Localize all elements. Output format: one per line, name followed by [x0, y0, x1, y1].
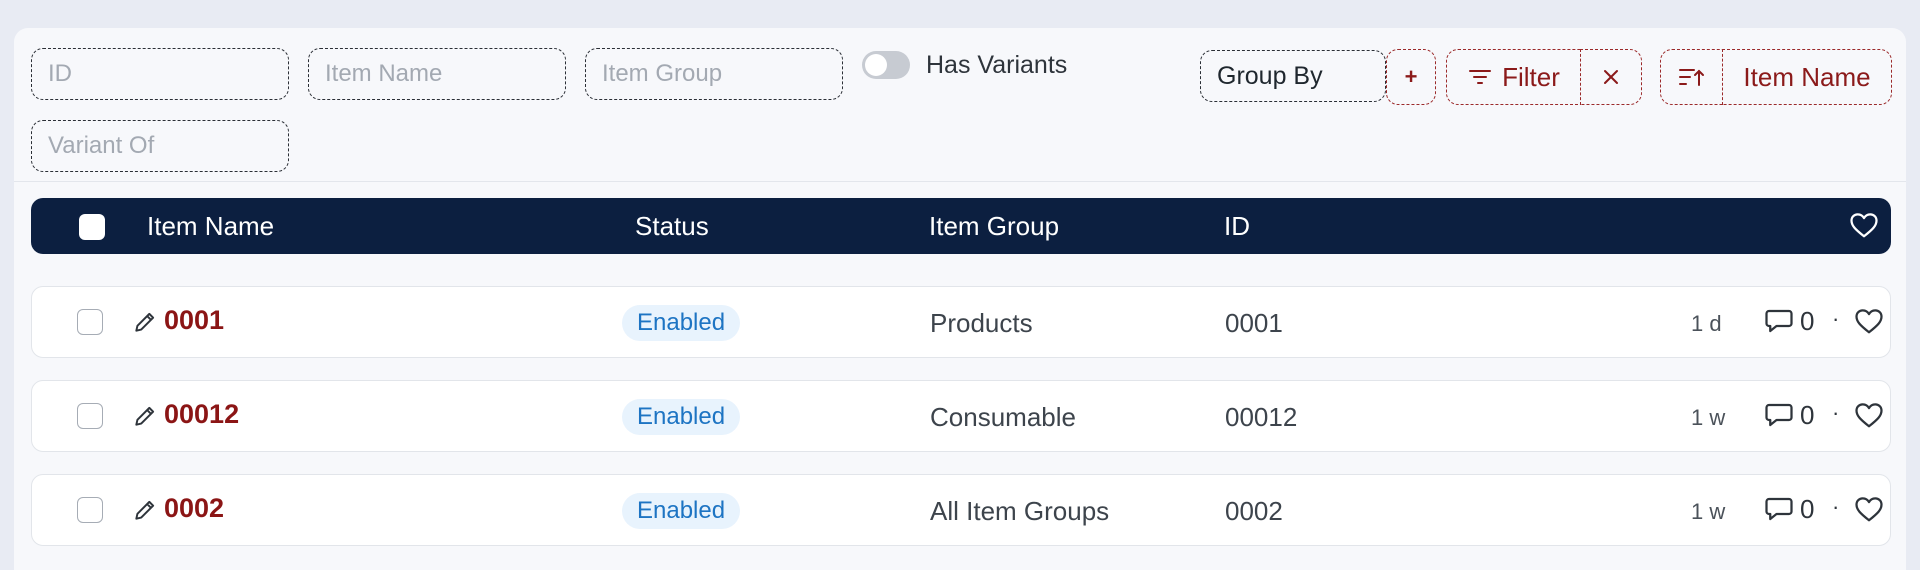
add-label: + [1404, 64, 1418, 89]
list-row[interactable]: 00012 Enabled Consumable 00012 1 w 0 · [31, 380, 1891, 452]
heart-icon[interactable] [1849, 211, 1879, 244]
modified-time: 1 w [1691, 405, 1726, 430]
item-group-value: All Item Groups [930, 496, 1110, 526]
sort-order-button[interactable] [1660, 49, 1724, 105]
item-name-link[interactable]: 0001 [164, 305, 224, 336]
item-name-link[interactable]: 0002 [164, 493, 224, 524]
id-value: 0001 [1225, 308, 1283, 338]
has-variants-filter[interactable]: Has Variants [862, 49, 1067, 81]
group-by-button[interactable]: Group By [1200, 50, 1386, 102]
clear-filter-button[interactable] [1580, 49, 1642, 105]
sort-ascending-icon [1678, 66, 1706, 88]
comment-count: 0 [1800, 494, 1815, 524]
row-checkbox[interactable] [77, 403, 103, 429]
list-row[interactable]: 0001 Enabled Products 0001 1 d 0 · [31, 286, 1891, 358]
sort-field-label: Item Name [1743, 61, 1871, 92]
status-badge: Enabled [622, 305, 741, 341]
id-value: 0002 [1225, 496, 1283, 526]
comment-icon[interactable] [1764, 401, 1794, 434]
standard-filter-area: Has Variants Group By + Filter Item Name [14, 28, 1906, 182]
id-value: 00012 [1225, 402, 1298, 432]
has-variants-toggle[interactable] [862, 51, 910, 79]
item-name-link[interactable]: 00012 [164, 399, 239, 430]
table-header: Item Name Status Item Group ID [31, 198, 1891, 254]
row-checkbox[interactable] [77, 309, 103, 335]
comment-icon[interactable] [1764, 495, 1794, 528]
heart-icon[interactable] [1854, 495, 1884, 528]
row-checkbox[interactable] [77, 497, 103, 523]
column-header-item-group[interactable]: Item Group [929, 211, 1059, 242]
separator-dot: · [1832, 400, 1840, 425]
item-group-value: Consumable [930, 402, 1076, 432]
sort-field-button[interactable]: Item Name [1722, 49, 1892, 105]
list-view-panel: Has Variants Group By + Filter Item Name [14, 28, 1906, 570]
modified-time: 1 d [1691, 311, 1722, 336]
select-all-checkbox[interactable] [79, 214, 105, 240]
separator-dot: · [1832, 306, 1840, 331]
filter-icon [1468, 67, 1492, 87]
pencil-icon[interactable] [132, 403, 158, 434]
id-filter-input[interactable] [31, 48, 289, 100]
comment-count: 0 [1800, 400, 1815, 430]
variant-of-filter-input[interactable] [31, 120, 289, 172]
list-row[interactable]: 0002 Enabled All Item Groups 0002 1 w 0 … [31, 474, 1891, 546]
has-variants-label: Has Variants [926, 50, 1068, 79]
comment-count: 0 [1800, 306, 1815, 336]
status-badge: Enabled [622, 493, 741, 529]
item-name-filter-input[interactable] [308, 48, 566, 100]
column-header-status[interactable]: Status [635, 211, 709, 242]
item-group-value: Products [930, 308, 1033, 338]
heart-icon[interactable] [1854, 401, 1884, 434]
column-header-id[interactable]: ID [1224, 211, 1250, 242]
pencil-icon[interactable] [132, 309, 158, 340]
add-group-by-button[interactable]: + [1386, 49, 1436, 105]
group-by-label: Group By [1217, 61, 1323, 90]
comment-icon[interactable] [1764, 307, 1794, 340]
item-group-filter-input[interactable] [585, 48, 843, 100]
filter-button[interactable]: Filter [1446, 49, 1582, 105]
close-icon [1601, 67, 1621, 87]
status-badge: Enabled [622, 399, 741, 435]
toggle-knob [865, 54, 887, 76]
modified-time: 1 w [1691, 499, 1726, 524]
column-header-item-name[interactable]: Item Name [147, 211, 274, 242]
separator-dot: · [1832, 494, 1840, 519]
heart-icon[interactable] [1854, 307, 1884, 340]
pencil-icon[interactable] [132, 497, 158, 528]
filter-label: Filter [1502, 61, 1560, 92]
